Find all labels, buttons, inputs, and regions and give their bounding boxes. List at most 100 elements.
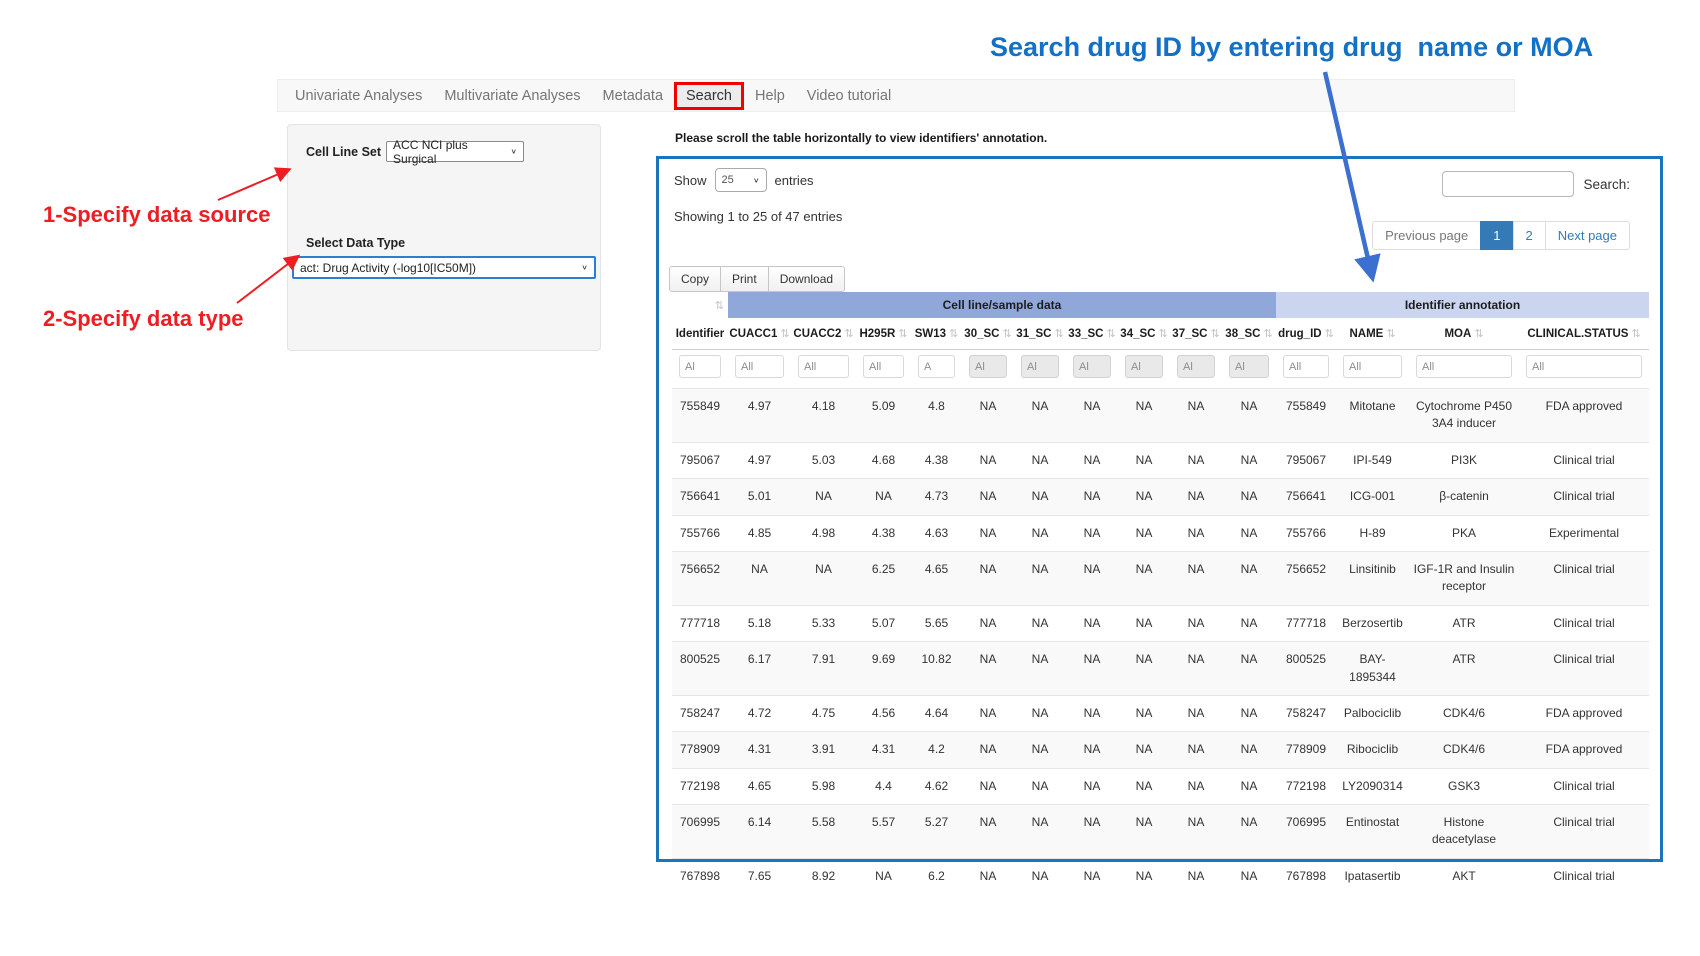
cell-drug-id: 755849 [1276, 389, 1336, 443]
nav-item-multivariate-analyses[interactable]: Multivariate Analyses [433, 83, 591, 109]
cell-34-sc: NA [1118, 695, 1170, 731]
cell-moa: Histone deacetylase [1409, 805, 1519, 859]
cell-clinical-status: FDA approved [1519, 389, 1649, 443]
filter-input-name[interactable] [1343, 355, 1402, 378]
column-header-identifier[interactable]: Identifier [672, 318, 728, 350]
table-row[interactable]: 7582474.724.754.564.64NANANANANANA758247… [672, 695, 1649, 731]
column-header-moa[interactable]: MOA⇅ [1409, 318, 1519, 350]
table-row[interactable]: 7557664.854.984.384.63NANANANANANA755766… [672, 515, 1649, 551]
data-type-select[interactable]: act: Drug Activity (-log10[IC50M]) ∨ [292, 256, 596, 279]
pagination-previous-button[interactable]: Previous page [1372, 221, 1481, 250]
filter-input-34-sc [1125, 355, 1163, 378]
nav-item-video-tutorial[interactable]: Video tutorial [796, 83, 902, 109]
cell-identifier: 706995 [672, 805, 728, 859]
cell-33-sc: NA [1066, 515, 1118, 551]
filter-input-drug-id[interactable] [1283, 355, 1329, 378]
cell-identifier: 795067 [672, 442, 728, 478]
table-row[interactable]: 756652NANA6.254.65NANANANANANA756652Lins… [672, 551, 1649, 605]
cell-sw13: 4.38 [911, 442, 962, 478]
cell-30-sc: NA [962, 389, 1014, 443]
nav-item-metadata[interactable]: Metadata [592, 83, 674, 109]
column-header-34-sc[interactable]: 34_SC⇅ [1118, 318, 1170, 350]
table-row[interactable]: 7789094.313.914.314.2NANANANANANA778909R… [672, 732, 1649, 768]
filter-input-moa[interactable] [1416, 355, 1512, 378]
column-header-name[interactable]: NAME⇅ [1336, 318, 1409, 350]
filter-input-cuacc1[interactable] [735, 355, 784, 378]
cell-37-sc: NA [1170, 479, 1222, 515]
cell-h295r: 6.25 [856, 551, 911, 605]
filter-cell [1222, 350, 1276, 389]
cell-name: IPI-549 [1336, 442, 1409, 478]
table-row[interactable]: 7777185.185.335.075.65NANANANANANA777718… [672, 605, 1649, 641]
nav-item-univariate-analyses[interactable]: Univariate Analyses [284, 83, 433, 109]
pagination-page-2[interactable]: 2 [1513, 221, 1546, 250]
sort-icon: ⇅ [1325, 328, 1334, 340]
copy-button[interactable]: Copy [669, 266, 721, 292]
sort-icon: ⇅ [1002, 328, 1011, 340]
group-header-identifier-annotation: Identifier annotation [1276, 292, 1649, 318]
print-button[interactable]: Print [720, 266, 769, 292]
pagination-next-button[interactable]: Next page [1545, 221, 1630, 250]
table-row[interactable]: 7558494.974.185.094.8NANANANANANA755849M… [672, 389, 1649, 443]
cell-name: Mitotane [1336, 389, 1409, 443]
column-header-cuacc1[interactable]: CUACC1⇅ [728, 318, 791, 350]
filter-input-cuacc2[interactable] [798, 355, 849, 378]
filter-input-clinical-status[interactable] [1526, 355, 1642, 378]
cell-cuacc2: 4.18 [791, 389, 856, 443]
filter-cell [728, 350, 791, 389]
column-header-clinical-status[interactable]: CLINICAL.STATUS⇅ [1519, 318, 1649, 350]
filter-input-h295r[interactable] [863, 355, 904, 378]
cell-cuacc1: 4.72 [728, 695, 791, 731]
cell-37-sc: NA [1170, 389, 1222, 443]
nav-item-help[interactable]: Help [744, 83, 796, 109]
column-header-31-sc[interactable]: 31_SC⇅ [1014, 318, 1066, 350]
cell-30-sc: NA [962, 858, 1014, 894]
column-label: 31_SC [1016, 328, 1051, 340]
cell-37-sc: NA [1170, 858, 1222, 894]
column-header-drug-id[interactable]: drug_ID⇅ [1276, 318, 1336, 350]
column-header-37-sc[interactable]: 37_SC⇅ [1170, 318, 1222, 350]
table-row[interactable]: 7678987.658.92NA6.2NANANANANANA767898Ipa… [672, 858, 1649, 894]
cell-33-sc: NA [1066, 605, 1118, 641]
sort-icon: ⇅ [1158, 328, 1167, 340]
table-row[interactable]: 7721984.655.984.44.62NANANANANANA772198L… [672, 768, 1649, 804]
cell-clinical-status: Clinical trial [1519, 551, 1649, 605]
cell-name: LY2090314 [1336, 768, 1409, 804]
cell-sw13: 4.73 [911, 479, 962, 515]
search-control: Search: [1442, 171, 1630, 197]
cell-cuacc1: 4.65 [728, 768, 791, 804]
sort-icon: ⇅ [715, 300, 724, 312]
download-button[interactable]: Download [768, 266, 845, 292]
filter-input-sw13[interactable] [918, 355, 955, 378]
filter-input-identifier[interactable] [679, 355, 721, 378]
table-row[interactable]: 7566415.01NANA4.73NANANANANANA756641ICG-… [672, 479, 1649, 515]
table-row[interactable]: 7069956.145.585.575.27NANANANANANA706995… [672, 805, 1649, 859]
cell-34-sc: NA [1118, 479, 1170, 515]
data-type-value: act: Drug Activity (-log10[IC50M]) [300, 261, 476, 275]
nav-item-search[interactable]: Search [674, 82, 744, 110]
cell-cuacc1: 6.14 [728, 805, 791, 859]
identifier-sort-header[interactable]: ⇅ [672, 292, 728, 318]
column-header-30-sc[interactable]: 30_SC⇅ [962, 318, 1014, 350]
filter-cell [856, 350, 911, 389]
column-header-h295r[interactable]: H295R⇅ [856, 318, 911, 350]
cell-line-set-select[interactable]: ACC NCI plus Surgical ∨ [386, 141, 524, 162]
cell-moa: Cytochrome P450 3A4 inducer [1409, 389, 1519, 443]
cell-cuacc1: 4.31 [728, 732, 791, 768]
export-buttons: CopyPrintDownload [670, 266, 845, 292]
filter-cell [1409, 350, 1519, 389]
page-length-select[interactable]: 25 ∨ [715, 168, 767, 192]
column-header-38-sc[interactable]: 38_SC⇅ [1222, 318, 1276, 350]
column-header-cuacc2[interactable]: CUACC2⇅ [791, 318, 856, 350]
sort-icon: ⇅ [949, 328, 958, 340]
pagination-page-1[interactable]: 1 [1480, 221, 1513, 250]
table-row[interactable]: 8005256.177.919.6910.82NANANANANANA80052… [672, 642, 1649, 696]
cell-moa: CDK4/6 [1409, 732, 1519, 768]
table-row[interactable]: 7950674.975.034.684.38NANANANANANA795067… [672, 442, 1649, 478]
cell-30-sc: NA [962, 695, 1014, 731]
search-input[interactable] [1442, 171, 1574, 197]
column-header-sw13[interactable]: SW13⇅ [911, 318, 962, 350]
column-header-33-sc[interactable]: 33_SC⇅ [1066, 318, 1118, 350]
scroll-note: Please scroll the table horizontally to … [675, 131, 1047, 145]
cell-moa: CDK4/6 [1409, 695, 1519, 731]
